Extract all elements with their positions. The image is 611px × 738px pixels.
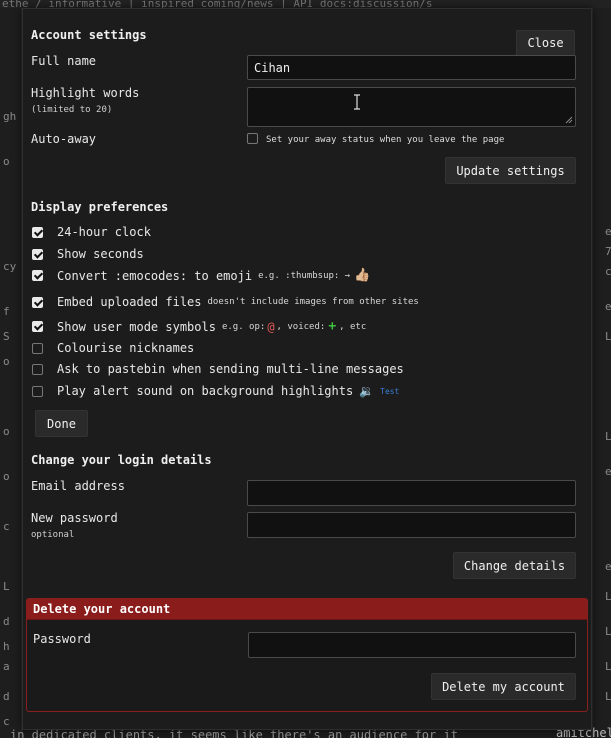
text-cursor-icon xyxy=(354,94,360,110)
background-right-mark: L xyxy=(605,330,611,343)
email-input[interactable] xyxy=(247,480,576,506)
pref-show-seconds-checkbox[interactable] xyxy=(32,249,43,260)
delete-account-button[interactable]: Delete my account xyxy=(431,673,576,700)
new-password-input[interactable] xyxy=(247,512,576,538)
pref-hint: , etc xyxy=(339,321,367,332)
pref-24-hour-clock-checkbox[interactable] xyxy=(32,227,43,238)
background-right-mark: c xyxy=(605,265,611,278)
login-details-title: Change your login details xyxy=(31,453,212,467)
pref-label: Play alert sound on background highlight… xyxy=(57,384,354,398)
new-password-sublabel: optional xyxy=(31,530,75,540)
background-right-mark: e xyxy=(605,560,611,573)
background-right-mark: e xyxy=(605,225,611,238)
background-right-mark: 7 xyxy=(605,245,611,258)
highlight-words-textarea[interactable] xyxy=(247,87,576,127)
full-name-label: Full name xyxy=(31,54,97,68)
background-right-mark: e xyxy=(605,300,611,313)
voice-symbol: + xyxy=(328,319,337,334)
pref-convert-emoji: Convert :emocodes: to emoji e.g. :thumbs… xyxy=(57,268,370,283)
background-left-mark: L xyxy=(3,580,10,593)
pref-alert-sound: Play alert sound on background highlight… xyxy=(57,384,399,398)
pref-embed-files-checkbox[interactable] xyxy=(32,297,43,308)
auto-away-label: Auto-away xyxy=(31,132,97,146)
pref-show-seconds: Show seconds xyxy=(57,247,144,261)
background-left-mark: o xyxy=(3,155,10,168)
pref-embed-files: Embed uploaded files doesn't include ima… xyxy=(57,295,419,309)
pref-label: Show user mode symbols xyxy=(57,319,216,334)
background-left-mark: o xyxy=(3,355,10,368)
background-right-mark: L xyxy=(605,430,611,443)
pref-label: Colourise nicknames xyxy=(57,341,195,355)
background-right-mark: L xyxy=(605,590,611,603)
background-left-column: gh o cy f So o o c Ld h a d c xyxy=(0,8,22,738)
background-topbar-text: ethe / informative | inspired coming/new… xyxy=(2,0,433,8)
delete-password-input[interactable] xyxy=(248,632,576,658)
background-right-column: e 7 c e L Le e L L L L xyxy=(592,8,611,738)
full-name-input[interactable]: Cihan xyxy=(247,55,576,80)
background-left-mark: c xyxy=(3,520,10,533)
thumbs-up-icon: 👍🏼 xyxy=(354,268,371,283)
pref-24-hour-clock: 24-hour clock xyxy=(57,225,151,239)
background-left-mark: a xyxy=(3,660,10,673)
pref-label: Embed uploaded files xyxy=(57,295,202,309)
background-left-mark: o xyxy=(3,470,10,483)
pref-pastebin-checkbox[interactable] xyxy=(32,364,43,375)
background-left-mark: S xyxy=(3,330,10,343)
background-topbar: ethe / informative | inspired coming/new… xyxy=(0,0,611,8)
pref-alert-sound-checkbox[interactable] xyxy=(32,386,43,397)
background-left-mark: f xyxy=(3,305,10,318)
background-left-mark: gh xyxy=(3,110,17,123)
background-right-mark: L xyxy=(605,690,611,703)
delete-password-label: Password xyxy=(33,632,91,646)
pref-pastebin: Ask to pastebin when sending multi-line … xyxy=(57,362,404,376)
pref-user-mode-symbols: Show user mode symbols e.g. op: @ , voic… xyxy=(57,319,366,334)
pref-label: Ask to pastebin when sending multi-line … xyxy=(57,362,404,376)
pref-convert-emoji-checkbox[interactable] xyxy=(32,270,43,281)
email-label: Email address xyxy=(31,479,125,493)
new-password-label: New password xyxy=(31,511,118,525)
pref-hint: e.g. op: xyxy=(221,321,266,332)
pref-hint: e.g. :thumbsup: → xyxy=(258,270,351,281)
done-button[interactable]: Done xyxy=(35,410,88,437)
pref-hint: , voiced: xyxy=(276,321,326,332)
pref-colourise-nicknames: Colourise nicknames xyxy=(57,341,194,355)
highlight-words-label: Highlight words xyxy=(31,86,140,100)
background-right-mark: e xyxy=(605,465,611,478)
pref-user-mode-symbols-checkbox[interactable] xyxy=(32,321,43,332)
pref-colourise-nicknames-checkbox[interactable] xyxy=(32,343,43,354)
background-left-mark: d xyxy=(3,615,10,628)
delete-account-title: Delete your account xyxy=(27,599,587,620)
delete-account-panel: Delete your account Password Delete my a… xyxy=(26,598,588,712)
settings-modal: Close Account settings Full name Cihan H… xyxy=(22,8,592,730)
pref-label: Convert :emocodes: to emoji xyxy=(57,268,253,283)
background-right-mark: L xyxy=(605,625,611,638)
resize-handle-icon[interactable] xyxy=(565,116,573,124)
change-details-button[interactable]: Change details xyxy=(453,552,576,579)
background-left-mark: h xyxy=(3,640,10,653)
background-left-mark: o xyxy=(3,425,10,438)
auto-away-hint: Set your away status when you leave the … xyxy=(266,135,505,145)
pref-hint: doesn't include images from other sites xyxy=(207,297,419,307)
background-right-mark: L xyxy=(605,660,611,673)
auto-away-checkbox[interactable] xyxy=(247,133,258,144)
background-left-mark: cy xyxy=(3,260,17,273)
speaker-icon[interactable]: 🔉 xyxy=(359,384,374,398)
update-settings-button[interactable]: Update settings xyxy=(445,157,576,184)
pref-label: Show seconds xyxy=(57,247,144,261)
op-symbol: @ xyxy=(267,319,275,334)
display-preferences-title: Display preferences xyxy=(31,200,169,214)
test-sound-link[interactable]: Test xyxy=(380,387,399,396)
pref-label: 24-hour clock xyxy=(57,225,151,239)
background-left-mark: d xyxy=(3,690,10,703)
full-name-value: Cihan xyxy=(254,60,291,75)
highlight-words-sublabel: (limited to 20) xyxy=(31,105,113,115)
close-button[interactable]: Close xyxy=(516,30,575,56)
account-settings-title: Account settings xyxy=(31,28,147,42)
